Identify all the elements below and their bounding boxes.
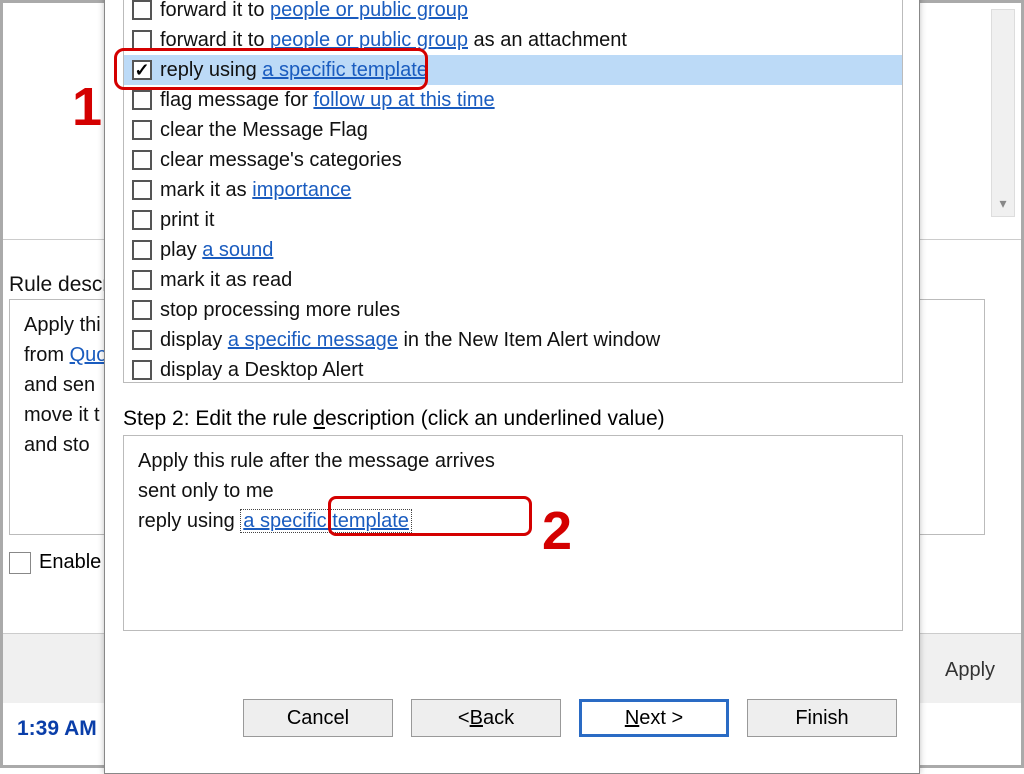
action-checkbox[interactable] <box>132 30 152 50</box>
action-row[interactable]: display a specific message in the New It… <box>124 325 902 355</box>
bg-timestamp: 1:39 AM <box>17 717 97 741</box>
step2-label: Step 2: Edit the rule description (click… <box>123 407 665 431</box>
action-checkbox[interactable] <box>132 0 152 20</box>
action-checkbox[interactable] <box>132 210 152 230</box>
action-row[interactable]: mark it as importance <box>124 175 902 205</box>
action-row[interactable]: forward it to people or public group <box>124 0 902 25</box>
wizard-button-row: Cancel < Back Next > Finish <box>105 699 919 737</box>
chevron-down-icon[interactable]: ▾ <box>999 195 1006 212</box>
action-row[interactable]: reply using a specific template <box>124 55 902 85</box>
enable-label: Enable <box>39 551 101 574</box>
action-checkbox[interactable] <box>132 120 152 140</box>
desc-line: reply using a specific template <box>138 506 888 536</box>
action-label: mark it as importance <box>160 179 351 202</box>
action-label: display a specific message in the New It… <box>160 329 660 352</box>
actions-list[interactable]: forward it to people or public group forw… <box>123 0 903 383</box>
action-row[interactable]: mark it as read <box>124 265 902 295</box>
cancel-button[interactable]: Cancel <box>243 699 393 737</box>
enable-checkbox[interactable] <box>9 552 31 574</box>
action-row[interactable]: flag message for follow up at this time <box>124 85 902 115</box>
action-value-link[interactable]: a specific template <box>262 59 428 81</box>
action-checkbox[interactable] <box>132 240 152 260</box>
next-button[interactable]: Next > <box>579 699 729 737</box>
action-row[interactable]: play a sound <box>124 235 902 265</box>
action-label: forward it to people or public group <box>160 0 468 22</box>
action-checkbox[interactable] <box>132 300 152 320</box>
action-value-link[interactable]: a specific message <box>228 329 398 351</box>
action-label: flag message for follow up at this time <box>160 89 495 112</box>
apply-button[interactable]: Apply <box>929 651 1011 689</box>
action-row[interactable]: clear the Message Flag <box>124 115 902 145</box>
action-value-link[interactable]: people or public group <box>270 0 468 21</box>
action-label: mark it as read <box>160 269 292 292</box>
action-checkbox[interactable] <box>132 90 152 110</box>
bg-enable-rule-row: Enable <box>9 551 101 574</box>
action-label: reply using a specific template <box>160 59 428 82</box>
action-row[interactable]: print it <box>124 205 902 235</box>
action-checkbox[interactable] <box>132 330 152 350</box>
action-checkbox[interactable] <box>132 180 152 200</box>
action-value-link[interactable]: importance <box>252 179 351 201</box>
action-label: play a sound <box>160 239 273 262</box>
rule-description-box: Apply this rule after the message arrive… <box>123 435 903 631</box>
action-value-link[interactable]: a sound <box>202 239 273 261</box>
action-row[interactable]: forward it to people or public group as … <box>124 25 902 55</box>
finish-button[interactable]: Finish <box>747 699 897 737</box>
bg-scrollbar[interactable]: ▾ <box>991 9 1015 217</box>
action-label: clear the Message Flag <box>160 119 368 142</box>
action-value-link[interactable]: follow up at this time <box>313 89 494 111</box>
desc-line: Apply this rule after the message arrive… <box>138 446 888 476</box>
back-button[interactable]: < Back <box>411 699 561 737</box>
action-row[interactable]: stop processing more rules <box>124 295 902 325</box>
action-checkbox[interactable] <box>132 150 152 170</box>
bg-rule-description-label: Rule descr <box>9 273 109 297</box>
rules-wizard-dialog: forward it to people or public group forw… <box>104 0 920 774</box>
action-row[interactable]: clear message's categories <box>124 145 902 175</box>
bg-from-link[interactable]: Quo <box>70 344 108 366</box>
action-label: clear message's categories <box>160 149 402 172</box>
action-checkbox[interactable] <box>132 60 152 80</box>
specific-template-link[interactable]: a specific template <box>240 509 412 533</box>
action-row[interactable]: display a Desktop Alert <box>124 355 902 383</box>
action-label: stop processing more rules <box>160 299 400 322</box>
action-label: print it <box>160 209 214 232</box>
action-checkbox[interactable] <box>132 270 152 290</box>
action-value-link[interactable]: people or public group <box>270 29 468 51</box>
action-label: forward it to people or public group as … <box>160 29 627 52</box>
action-checkbox[interactable] <box>132 360 152 380</box>
action-label: display a Desktop Alert <box>160 359 363 382</box>
desc-line: sent only to me <box>138 476 888 506</box>
